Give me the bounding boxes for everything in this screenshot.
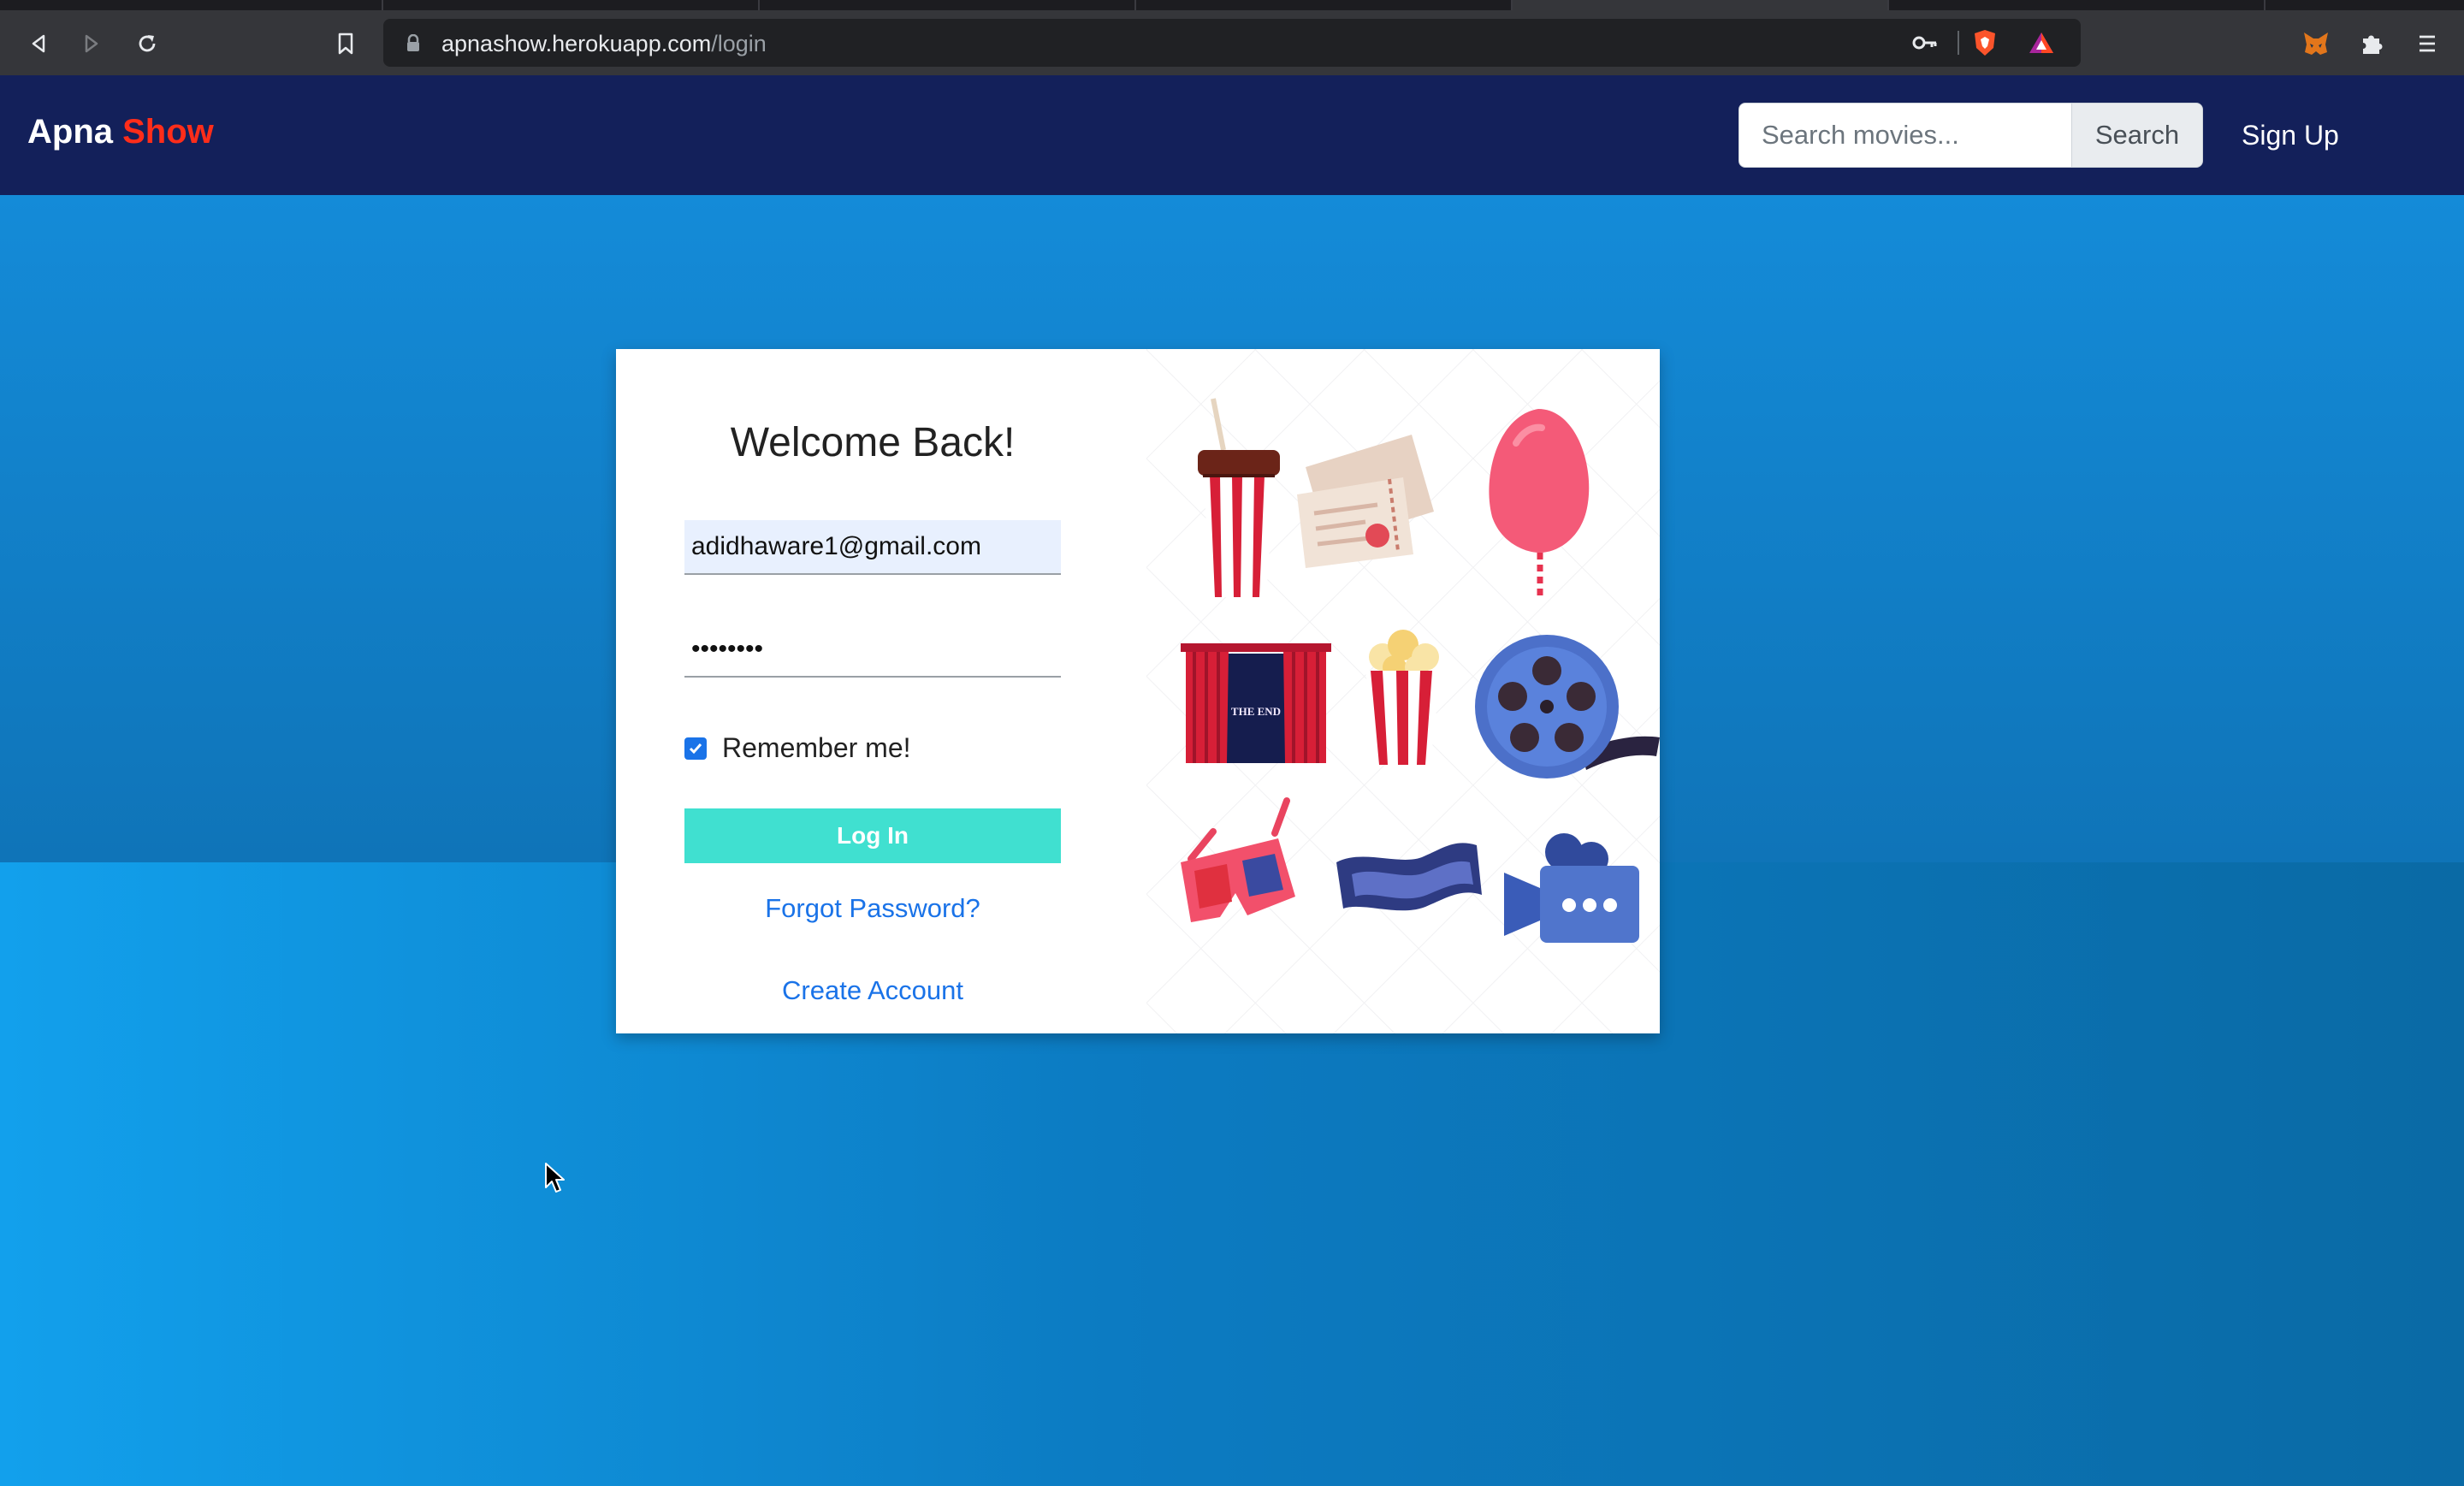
menu-icon[interactable] [2413,29,2442,58]
popcorn-icon [1365,630,1441,765]
browser-tab[interactable] [383,0,760,10]
login-button[interactable]: Log In [684,808,1061,863]
key-icon[interactable] [1911,29,1939,56]
browser-toolbar: apnashow.herokuapp.com/login [0,10,2464,75]
login-card: Welcome Back! Remember me! Log In Forgot… [616,349,1660,1033]
create-account-link[interactable]: Create Account [684,975,1061,1006]
url-host: apnashow.herokuapp.com [441,31,712,56]
forgot-password-link[interactable]: Forgot Password? [684,893,1061,924]
metamask-icon[interactable] [2301,29,2331,58]
url-separator [1958,31,1959,55]
brand-logo[interactable]: Apna Show [27,113,214,151]
lock-icon[interactable] [406,33,421,57]
remember-me-label[interactable]: Remember me! [722,732,911,764]
forward-icon[interactable] [77,29,106,58]
remember-me-checkbox[interactable] [684,737,707,760]
url-path: /login [711,31,767,56]
mouse-cursor-icon [545,1163,565,1193]
email-field[interactable] [684,520,1061,575]
movie-search-input[interactable] [1738,103,2072,168]
browser-tab[interactable] [0,0,383,10]
remember-me: Remember me! [684,732,911,764]
brave-shield-icon[interactable] [1971,29,1999,56]
brand-accent-name: Show [122,113,214,151]
site-navbar: Apna Show Search Sign Up [0,75,2464,195]
browser-tab[interactable] [760,0,1136,10]
browser-tab-strip [0,0,2464,10]
extensions-icon[interactable] [2357,29,2386,58]
brave-rewards-icon[interactable] [2028,29,2055,56]
brand-name: Apna [27,113,113,151]
address-bar[interactable]: apnashow.herokuapp.com/login [383,19,2081,67]
search-button[interactable]: Search [2071,103,2203,168]
bookmark-icon[interactable] [331,29,360,58]
password-field[interactable] [684,623,1061,678]
browser-tab[interactable] [1136,0,1513,10]
login-title: Welcome Back! [730,420,1016,465]
signup-link[interactable]: Sign Up [2242,120,2339,151]
url-text[interactable]: apnashow.herokuapp.com/login [441,31,767,57]
cinema-illustration: THE END [1146,349,1660,1033]
reload-icon[interactable] [133,29,162,58]
back-icon[interactable] [24,29,53,58]
browser-tab[interactable] [1889,0,2266,10]
curtain-text: THE END [1231,705,1281,718]
browser-tab-active[interactable] [1513,0,1889,10]
curtain-icon: THE END [1181,643,1331,763]
